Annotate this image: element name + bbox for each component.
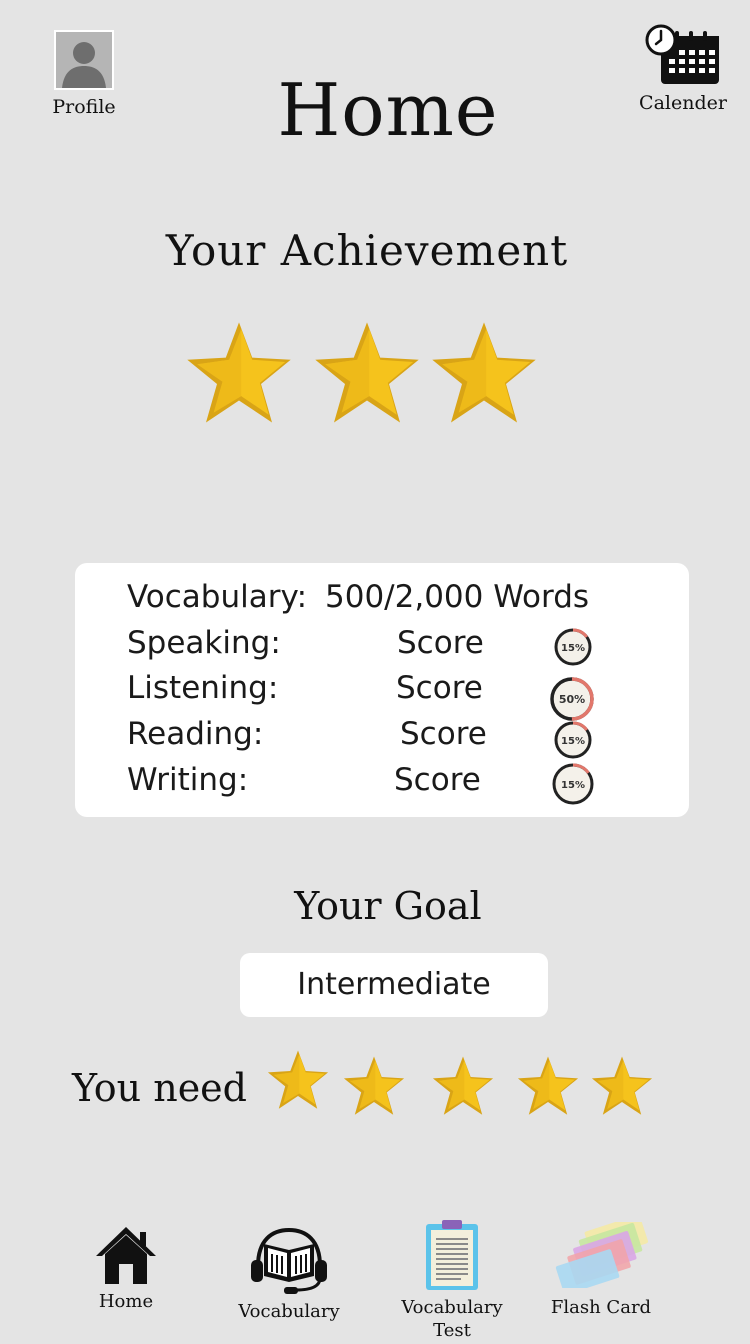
- clipboard-icon: [426, 1220, 478, 1290]
- goal-level-selector[interactable]: Intermediate: [240, 953, 548, 1017]
- vocabulary-value: 500/2,000 Words: [325, 579, 590, 615]
- star-icon: [429, 318, 539, 428]
- nav-home-label: Home: [98, 1291, 154, 1312]
- star-icon: [342, 1054, 406, 1118]
- nav-vocabulary-label: Vocabulary: [238, 1301, 340, 1322]
- speaking-label: Speaking:: [127, 625, 281, 661]
- writing-progress-ring: 15%: [552, 763, 594, 805]
- star-icon: [516, 1054, 580, 1118]
- speaking-percent: 15%: [561, 643, 585, 654]
- achievement-stars: [184, 318, 544, 428]
- nav-vocabulary[interactable]: Vocabulary: [228, 1226, 350, 1323]
- house-icon: [96, 1227, 156, 1284]
- writing-row: Writing: Score 15%: [127, 762, 667, 806]
- calendar-label: Calender: [639, 92, 727, 114]
- nav-vocabulary-test[interactable]: Vocabulary Test: [392, 1218, 512, 1342]
- goal-title: Your Goal: [294, 884, 482, 928]
- reading-progress-ring: 15%: [554, 721, 592, 759]
- achievement-title: Your Achievement: [165, 226, 569, 275]
- reading-row: Reading: Score 15%: [127, 716, 667, 760]
- speaking-row: Speaking: Score 15%: [127, 625, 667, 669]
- star-icon: [184, 318, 294, 428]
- speaking-progress-ring: 15%: [554, 628, 592, 666]
- listening-percent: 50%: [559, 693, 585, 706]
- writing-score: Score: [394, 762, 481, 798]
- reading-percent: 15%: [561, 736, 585, 747]
- nav-flash-card-label: Flash Card: [550, 1297, 652, 1318]
- calendar-button[interactable]: Calender: [628, 24, 738, 114]
- star-icon: [431, 1054, 495, 1118]
- nav-home[interactable]: Home: [76, 1224, 176, 1313]
- reading-score: Score: [400, 716, 487, 752]
- nav-vocabulary-test-label: Vocabulary Test: [401, 1297, 503, 1341]
- calendar-icon: [645, 24, 719, 84]
- listening-row: Listening: Score 50%: [127, 670, 667, 721]
- star-icon: [266, 1048, 330, 1112]
- vocabulary-label: Vocabulary:: [127, 579, 308, 615]
- speaking-score: Score: [397, 625, 484, 661]
- listening-label: Listening:: [127, 670, 279, 706]
- you-need-label: You need: [72, 1066, 247, 1110]
- writing-percent: 15%: [561, 780, 585, 791]
- reading-label: Reading:: [127, 716, 264, 752]
- nav-flash-card[interactable]: Flash Card: [546, 1214, 656, 1319]
- listening-score: Score: [396, 670, 483, 706]
- stats-card: Vocabulary: 500/2,000 Words Speaking: Sc…: [75, 563, 689, 817]
- writing-label: Writing:: [127, 762, 249, 798]
- star-icon: [590, 1054, 654, 1118]
- audio-book-icon: [251, 1227, 327, 1294]
- star-icon: [312, 318, 422, 428]
- flash-cards-icon: [555, 1214, 649, 1295]
- vocabulary-row: Vocabulary: 500/2,000 Words: [127, 579, 667, 623]
